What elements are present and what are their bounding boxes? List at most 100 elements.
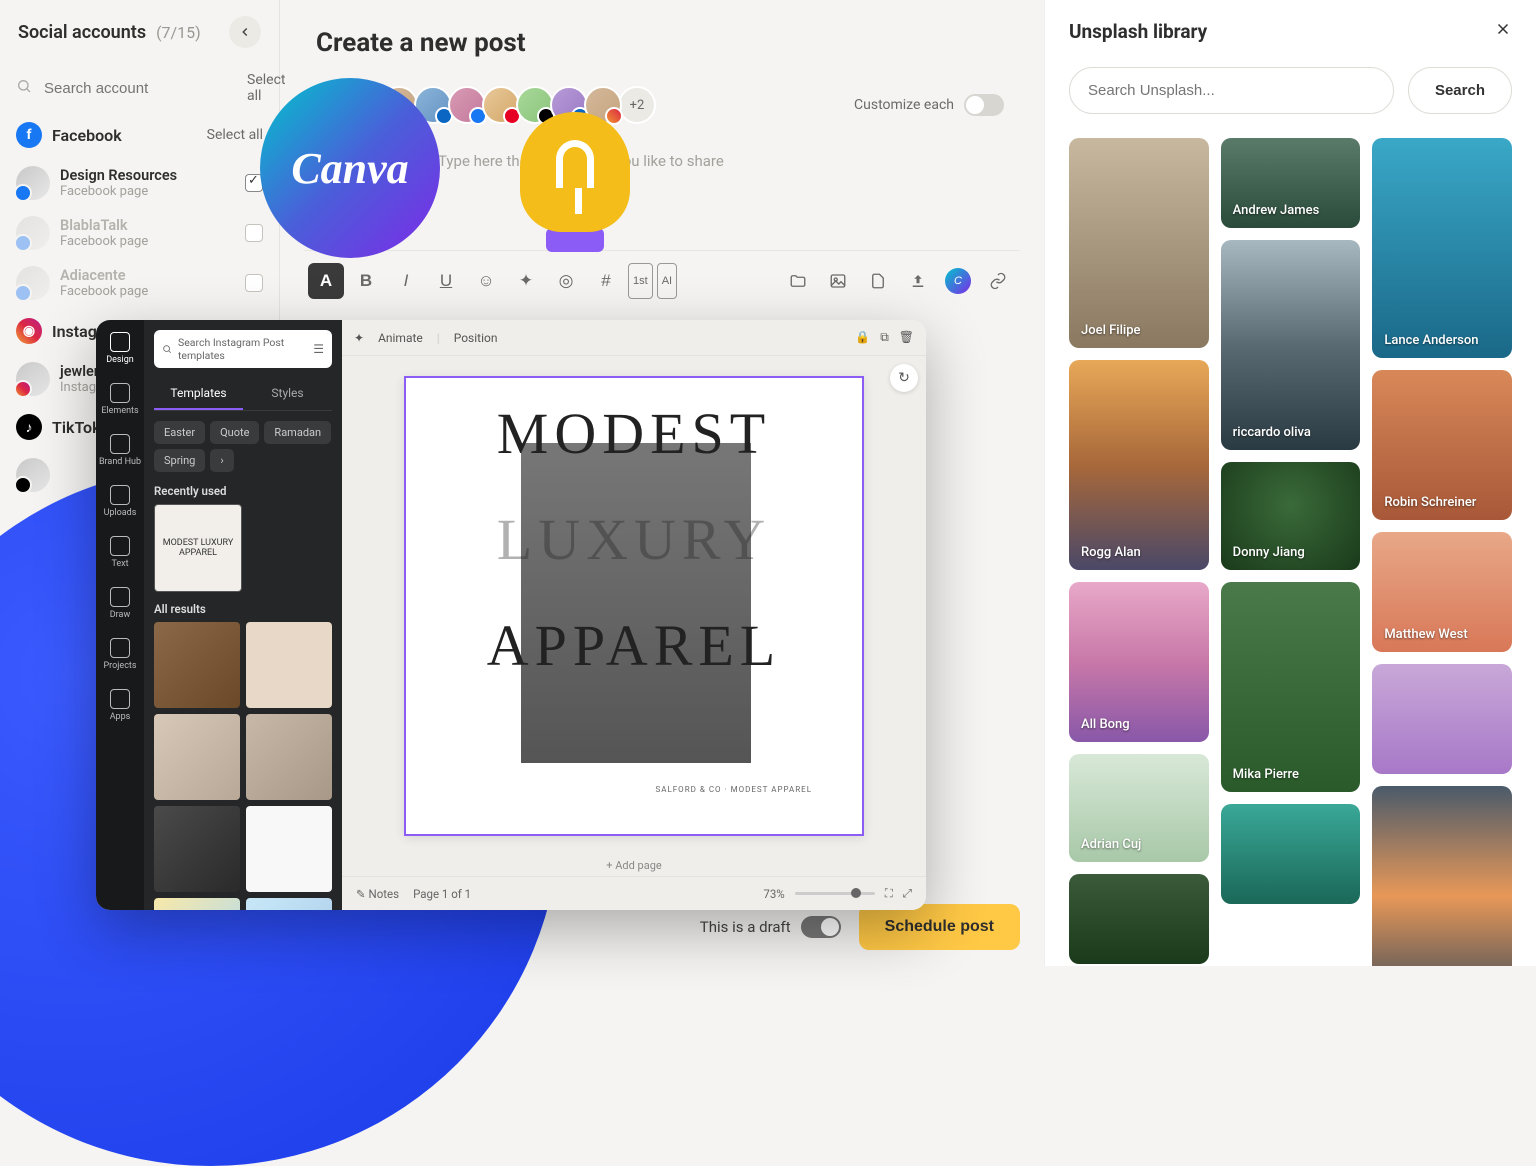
unsplash-image[interactable] <box>1069 874 1209 964</box>
template-thumbnail[interactable] <box>154 714 240 800</box>
template-thumbnail[interactable] <box>246 714 332 800</box>
tiktok-icon: ♪ <box>16 414 42 440</box>
unsplash-image[interactable]: Mika Pierre <box>1221 582 1361 792</box>
template-thumbnail[interactable]: MODEST LUXURY APPAREL <box>154 504 242 592</box>
unsplash-image[interactable]: Adrian Cuj <box>1069 754 1209 862</box>
toggle-switch[interactable] <box>801 916 841 938</box>
zoom-slider[interactable] <box>795 892 875 895</box>
media-button[interactable] <box>820 263 856 299</box>
unsplash-image[interactable]: Rogg Alan <box>1069 360 1209 570</box>
text-color-button[interactable]: A <box>308 263 344 299</box>
unsplash-image[interactable]: Adam Bixby <box>1372 786 1512 966</box>
fullscreen-icon[interactable]: ⤢ <box>903 886 912 901</box>
ai-button[interactable]: AI <box>657 263 677 299</box>
template-thumbnail[interactable] <box>246 622 332 708</box>
underline-button[interactable]: U <box>428 263 464 299</box>
folder-button[interactable] <box>780 263 816 299</box>
file-button[interactable] <box>860 263 896 299</box>
rail-draw[interactable]: Draw <box>110 587 130 620</box>
template-thumbnail[interactable] <box>246 898 332 910</box>
canva-artboard[interactable]: MODEST LUXURY APPAREL SALFORD & CO · MOD… <box>404 376 864 836</box>
magic-button[interactable]: ✦ <box>508 263 544 299</box>
unsplash-grid: Joel Filipe Rogg Alan All Bong Adrian Cu… <box>1069 138 1512 966</box>
account-checkbox[interactable] <box>245 224 263 242</box>
unsplash-image[interactable]: Matthew West <box>1372 532 1512 652</box>
tab-styles[interactable]: Styles <box>243 378 332 410</box>
canva-template-search[interactable]: Search Instagram Post templates ☰ <box>154 330 332 368</box>
location-button[interactable]: ◎ <box>548 263 584 299</box>
unsplash-search-input[interactable] <box>1069 67 1394 114</box>
notes-button[interactable]: ✎ Notes <box>356 887 399 901</box>
account-name: Design Resources <box>60 167 235 184</box>
copy-icon[interactable]: ⧉ <box>880 330 889 345</box>
schedule-post-button[interactable]: Schedule post <box>859 904 1020 950</box>
unsplash-image[interactable] <box>1221 804 1361 904</box>
rail-apps[interactable]: Apps <box>110 689 131 722</box>
chip[interactable]: Ramadan <box>264 421 331 444</box>
trash-icon[interactable]: 🗑 <box>899 330 914 345</box>
unsplash-image[interactable]: Joel Filipe <box>1069 138 1209 348</box>
unsplash-image[interactable] <box>1372 664 1512 774</box>
chip[interactable]: Quote <box>210 421 259 444</box>
tab-templates[interactable]: Templates <box>154 378 243 410</box>
position-button[interactable]: Position <box>454 331 498 345</box>
page-indicator: Page 1 of 1 <box>413 887 471 901</box>
account-checkbox[interactable] <box>245 274 263 292</box>
italic-button[interactable]: I <box>388 263 424 299</box>
chip[interactable]: Spring <box>154 449 205 472</box>
section-recently-used: Recently used <box>154 484 332 498</box>
rail-text[interactable]: Text <box>110 536 130 569</box>
select-all-facebook[interactable]: Select all <box>207 127 263 143</box>
upload-button[interactable] <box>900 263 936 299</box>
rail-elements[interactable]: Elements <box>101 383 138 416</box>
template-thumbnail[interactable] <box>154 622 240 708</box>
unsplash-image[interactable]: Lance Anderson <box>1372 138 1512 358</box>
account-row[interactable]: Design Resources Facebook page <box>0 158 279 208</box>
add-page-button[interactable]: + Add page <box>342 855 926 876</box>
reload-icon[interactable]: ↻ <box>890 364 918 392</box>
rail-design[interactable]: Design <box>106 332 134 365</box>
collapse-sidebar-button[interactable] <box>229 16 261 48</box>
unsplash-image[interactable]: All Bong <box>1069 582 1209 742</box>
lock-icon[interactable]: 🔒 <box>855 330 870 345</box>
rail-brand-hub[interactable]: Brand Hub <box>99 434 141 467</box>
unsplash-search-button[interactable]: Search <box>1408 67 1512 114</box>
unsplash-image[interactable]: Andrew James <box>1221 138 1361 228</box>
link-button[interactable] <box>980 263 1016 299</box>
animate-icon[interactable]: ✦ <box>354 331 364 345</box>
expand-icon[interactable]: ⛶ <box>885 886 893 901</box>
hashtag-button[interactable]: # <box>588 263 624 299</box>
network-facebook[interactable]: f Facebook Select all <box>0 112 279 158</box>
canva-button[interactable]: C <box>940 263 976 299</box>
chip-more[interactable]: › <box>210 449 233 472</box>
animate-button[interactable]: Animate <box>378 331 423 345</box>
bold-button[interactable]: B <box>348 263 384 299</box>
account-name: BlablaTalk <box>60 217 235 234</box>
rail-uploads[interactable]: Uploads <box>104 485 137 518</box>
customize-each-toggle[interactable]: Customize each <box>854 94 1004 116</box>
unsplash-image[interactable]: Robin Schreiner <box>1372 370 1512 520</box>
template-thumbnail[interactable] <box>154 898 240 910</box>
unsplash-image[interactable]: riccardo oliva <box>1221 240 1361 450</box>
rail-projects[interactable]: Projects <box>104 638 137 671</box>
account-row[interactable]: BlablaTalk Facebook page <box>0 208 279 258</box>
canva-logo: Canva <box>260 78 440 258</box>
chip[interactable]: Easter <box>154 421 205 444</box>
zoom-value: 73% <box>763 887 784 901</box>
emoji-button[interactable]: ☺ <box>468 263 504 299</box>
unsplash-title: Unsplash library <box>1069 20 1207 43</box>
filter-icon[interactable]: ☰ <box>313 342 324 356</box>
template-thumbnail[interactable] <box>246 806 332 892</box>
account-subtitle: Facebook page <box>60 184 235 199</box>
first-comment-button[interactable]: 1st <box>628 263 653 299</box>
facebook-icon: f <box>16 122 42 148</box>
template-thumbnail[interactable] <box>154 806 240 892</box>
search-account-input[interactable] <box>40 74 247 103</box>
account-row[interactable]: Adiacente Facebook page <box>0 258 279 308</box>
search-icon <box>162 343 172 355</box>
draft-toggle[interactable]: This is a draft <box>700 916 841 938</box>
toggle-switch[interactable] <box>964 94 1004 116</box>
close-button[interactable] <box>1494 20 1512 43</box>
sidebar-title: Social accounts (7/15) <box>18 22 201 43</box>
unsplash-image[interactable]: Donny Jiang <box>1221 462 1361 570</box>
